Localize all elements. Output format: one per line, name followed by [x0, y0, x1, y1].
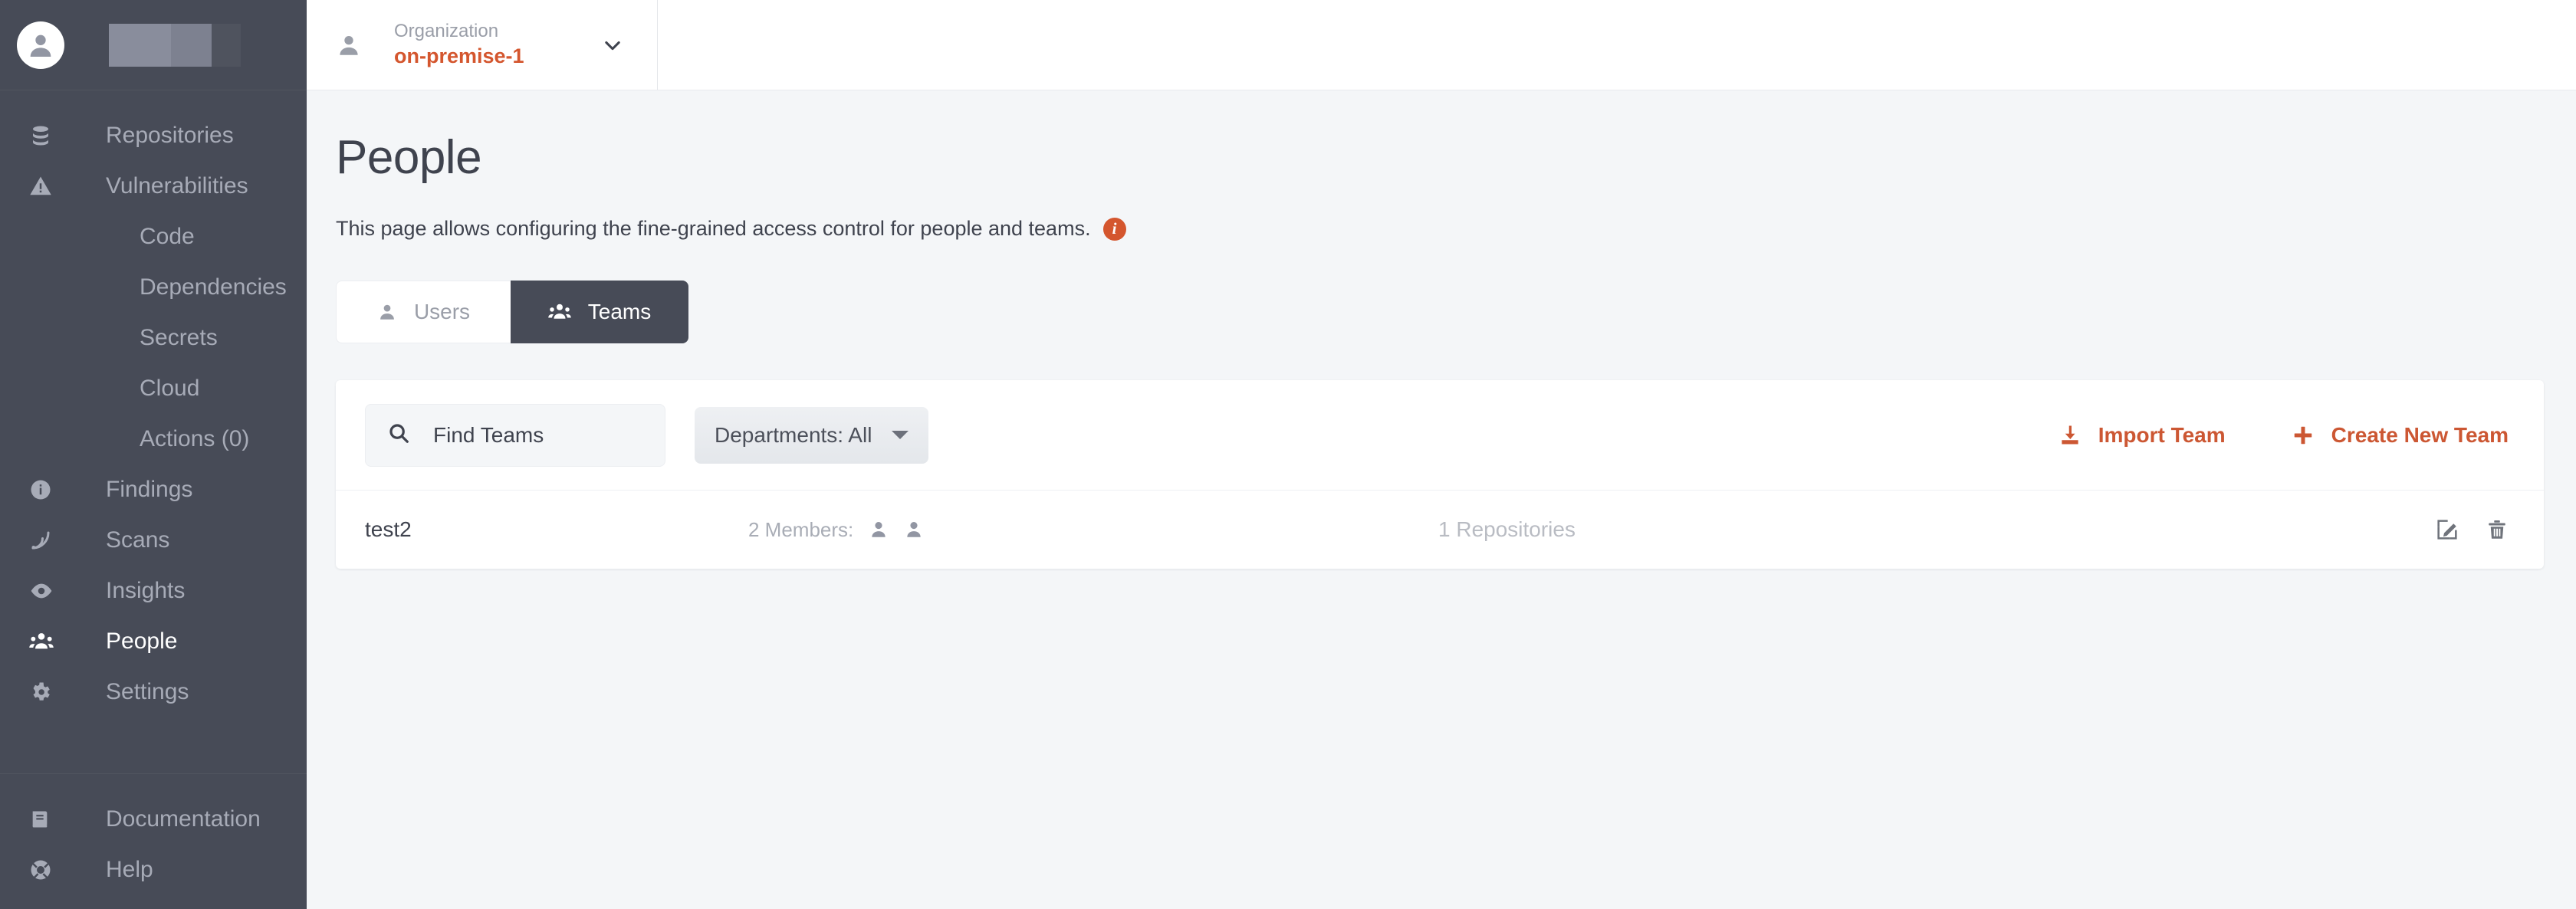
sidebar-item-scans[interactable]: Scans	[0, 515, 307, 566]
departments-filter-dropdown[interactable]: Departments: All	[695, 406, 929, 464]
edit-pencil-icon[interactable]	[2435, 517, 2459, 542]
book-icon	[29, 809, 63, 830]
sidebar-item-label: Vulnerabilities	[106, 173, 248, 199]
sidebar-item-label: Scans	[106, 527, 170, 553]
tab-users[interactable]: Users	[336, 281, 511, 343]
search-input[interactable]: Find Teams	[365, 403, 665, 467]
organization-caption: Organization	[394, 20, 499, 41]
search-placeholder: Find Teams	[433, 422, 544, 447]
organization-value: on-premise-1	[394, 44, 524, 67]
organization-selector[interactable]: Organization on-premise-1	[307, 0, 658, 90]
sidebar-item-label: Code	[140, 224, 195, 249]
sidebar-item-label: Secrets	[140, 325, 218, 350]
sidebar-item-vulnerabilities[interactable]: Vulnerabilities	[0, 161, 307, 212]
sidebar-item-repositories[interactable]: Repositories	[0, 110, 307, 161]
sidebar-footer-nav: Documentation Help	[0, 773, 307, 909]
sidebar-item-label: Dependencies	[140, 274, 287, 300]
avatar[interactable]	[904, 520, 924, 540]
user-avatar-icon[interactable]	[17, 21, 64, 69]
sidebar-item-settings[interactable]: Settings	[0, 667, 307, 717]
sidebar-nav: Repositories Vulnerabilities Code Depend…	[0, 90, 307, 717]
page-description-text: This page allows configuring the fine-gr…	[336, 217, 1091, 240]
plus-icon	[2292, 424, 2315, 447]
chevron-down-icon[interactable]	[602, 34, 623, 56]
sidebar-item-label: Insights	[106, 578, 186, 603]
trash-icon[interactable]	[2486, 518, 2509, 541]
database-icon	[29, 124, 63, 147]
search-icon	[387, 422, 410, 448]
table-row[interactable]: test2 2 Members: 1 Repositories	[336, 491, 2544, 569]
team-repositories-count: 1 Repositories	[1438, 517, 1576, 541]
tab-label: Users	[413, 300, 471, 323]
person-icon	[377, 302, 397, 322]
top-bar: Organization on-premise-1	[307, 0, 2576, 90]
teams-card: Find Teams Departments: All Import Team …	[336, 380, 2544, 569]
sidebar-item-label: Documentation	[106, 806, 261, 832]
teams-toolbar: Find Teams Departments: All Import Team …	[336, 380, 2544, 491]
departments-filter-label: Departments: All	[715, 422, 872, 447]
page-content: People This page allows configuring the …	[307, 90, 2576, 909]
sidebar-item-label: Repositories	[106, 123, 234, 148]
sidebar: Repositories Vulnerabilities Code Depend…	[0, 0, 307, 909]
sidebar-item-documentation[interactable]: Documentation	[0, 794, 307, 845]
eye-icon	[29, 579, 63, 603]
import-download-icon	[2058, 424, 2082, 447]
app-root: Repositories Vulnerabilities Code Depend…	[0, 0, 2576, 909]
sidebar-item-label: People	[106, 628, 178, 654]
person-icon	[336, 32, 366, 58]
info-circle-icon	[29, 478, 63, 501]
team-name: test2	[365, 517, 412, 541]
page-title: People	[336, 131, 482, 184]
members-count-label: 2 Members:	[748, 517, 854, 541]
redacted-logo	[109, 23, 241, 67]
sidebar-item-findings[interactable]: Findings	[0, 464, 307, 515]
signal-icon	[29, 529, 63, 552]
create-new-team-button[interactable]: Create New Team	[2292, 423, 2509, 448]
gear-icon	[29, 681, 63, 704]
sidebar-item-insights[interactable]: Insights	[0, 566, 307, 616]
sidebar-item-label: Actions (0)	[140, 426, 250, 451]
tab-teams[interactable]: Teams	[511, 281, 688, 343]
sidebar-item-people[interactable]: People	[0, 616, 307, 667]
people-tabs: Users Teams	[336, 281, 2545, 343]
people-group-icon	[548, 300, 571, 323]
sidebar-header	[0, 0, 307, 90]
avatar[interactable]	[869, 520, 889, 540]
main-area: Organization on-premise-1 People This pa…	[307, 0, 2576, 909]
sidebar-item-dependencies[interactable]: Dependencies	[0, 262, 307, 313]
sidebar-item-label: Findings	[106, 477, 193, 502]
info-icon[interactable]: i	[1102, 217, 1126, 241]
sidebar-item-label: Help	[106, 857, 153, 882]
sidebar-item-label: Cloud	[140, 376, 200, 401]
sidebar-item-help[interactable]: Help	[0, 845, 307, 895]
warning-triangle-icon	[29, 175, 63, 198]
page-description: This page allows configuring the fine-gr…	[336, 217, 2545, 241]
sidebar-item-secrets[interactable]: Secrets	[0, 313, 307, 363]
caret-down-icon	[892, 431, 909, 439]
import-team-button[interactable]: Import Team	[2058, 423, 2226, 448]
sidebar-item-cloud[interactable]: Cloud	[0, 363, 307, 414]
sidebar-item-label: Settings	[106, 679, 189, 704]
people-group-icon	[29, 629, 63, 654]
import-team-label: Import Team	[2098, 422, 2226, 447]
top-bar-empty-region	[658, 0, 2576, 90]
team-members: 2 Members:	[748, 518, 1438, 542]
life-ring-icon	[29, 858, 63, 881]
row-actions	[2409, 517, 2509, 542]
tab-label: Teams	[587, 300, 652, 323]
create-new-team-label: Create New Team	[2331, 422, 2509, 447]
sidebar-item-actions[interactable]: Actions (0)	[0, 414, 307, 464]
sidebar-item-code[interactable]: Code	[0, 212, 307, 262]
organization-text: Organization on-premise-1	[394, 20, 524, 70]
